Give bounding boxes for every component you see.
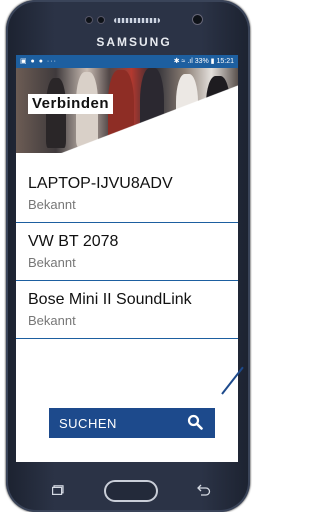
recent-apps-key[interactable] [52, 485, 64, 495]
device-item-bose[interactable]: Bose Mini II SoundLink Bekannt [16, 281, 238, 339]
status-bar: ▣ ● ● ··· ✱ ≈ .ıl 33% ▮ 15:21 [16, 55, 238, 68]
device-brand: SAMSUNG [96, 35, 172, 49]
device-name: VW BT 2078 [28, 233, 119, 250]
search-button-label: SUCHEN [59, 416, 117, 431]
back-key[interactable] [197, 484, 211, 496]
front-camera [193, 15, 202, 24]
device-name: Bose Mini II SoundLink [28, 291, 192, 308]
status-bar-notifications: ▣ ● ● ··· [20, 58, 57, 65]
device-list: LAPTOP-IJVU8ADV Bekannt VW BT 2078 Bekan… [16, 165, 238, 339]
sensor [86, 17, 92, 23]
home-button[interactable] [104, 480, 158, 502]
device-status: Bekannt [28, 197, 76, 212]
device-name: LAPTOP-IJVU8ADV [28, 175, 173, 192]
device-status: Bekannt [28, 255, 76, 270]
earpiece-speaker [114, 18, 160, 23]
app-screen: ▣ ● ● ··· ✱ ≈ .ıl 33% ▮ 15:21 Verbinden … [16, 55, 238, 462]
page-title: Verbinden [28, 94, 114, 114]
header-banner-image: Verbinden [16, 68, 238, 153]
search-button[interactable]: SUCHEN [49, 408, 215, 438]
status-bar-system: ✱ ≈ .ıl 33% ▮ 15:21 [173, 58, 234, 65]
device-item-vw-bt[interactable]: VW BT 2078 Bekannt [16, 223, 238, 281]
sensor [98, 17, 104, 23]
device-item-laptop[interactable]: LAPTOP-IJVU8ADV Bekannt [16, 165, 238, 223]
search-icon [187, 414, 203, 430]
device-status: Bekannt [28, 313, 76, 328]
